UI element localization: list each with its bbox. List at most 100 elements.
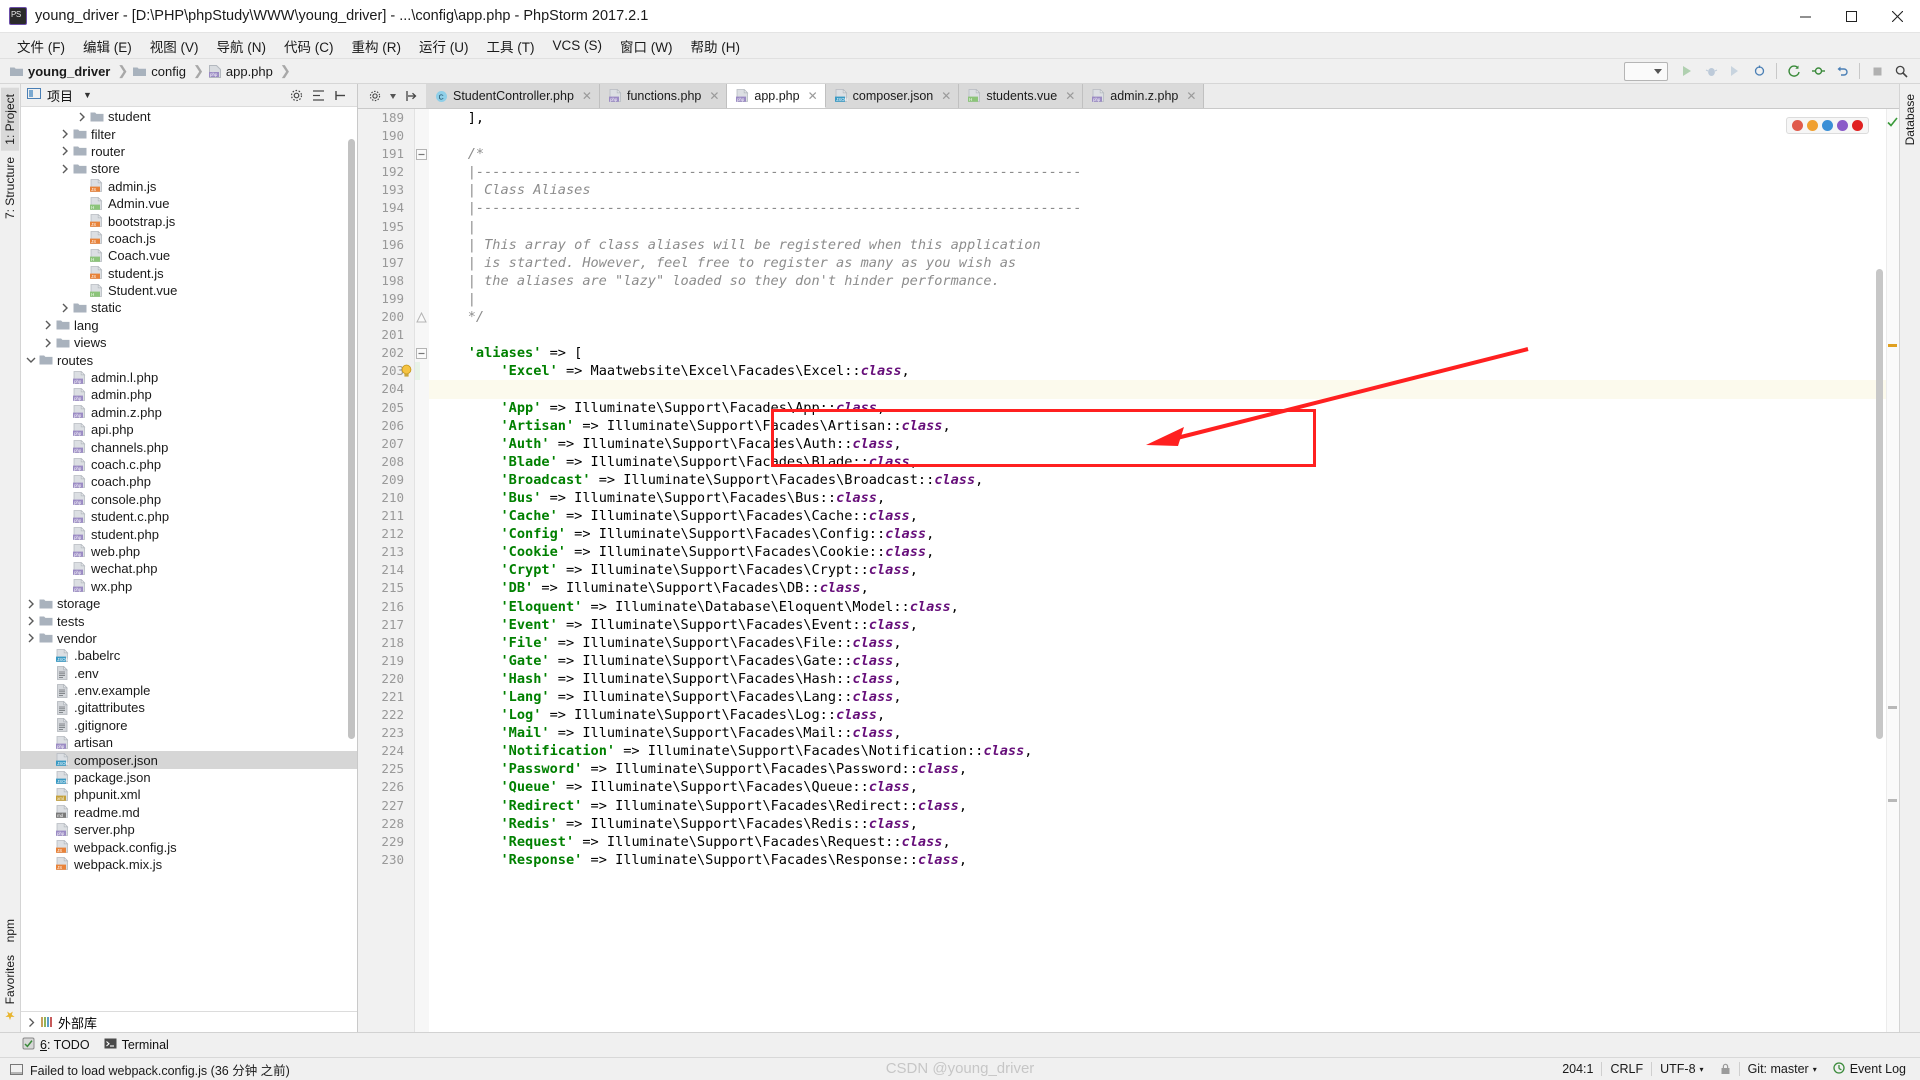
tree-file-node[interactable]: xml phpunit.xml	[21, 786, 357, 803]
tool-window-terminal[interactable]: Terminal	[104, 1037, 169, 1053]
tree-file-node[interactable]: H Admin.vue	[21, 195, 357, 212]
code-fold-marker[interactable]	[415, 344, 429, 362]
tree-file-node[interactable]: JS webpack.mix.js	[21, 856, 357, 873]
tree-file-node[interactable]: .gitattributes	[21, 699, 357, 716]
tool-window-structure[interactable]: 7: Structure	[1, 151, 19, 225]
code-fold-marker[interactable]	[415, 308, 429, 326]
code-editor[interactable]: ], /* |---------------------------------…	[429, 109, 1886, 1032]
code-line[interactable]: 'Lang' => Illuminate\Support\Facades\Lan…	[429, 688, 1886, 706]
menu-refactor[interactable]: 重构 (R)	[343, 33, 411, 59]
close-tab-icon[interactable]: ✕	[808, 89, 818, 103]
editor-tab[interactable]: C StudentController.php ✕	[426, 84, 600, 108]
tree-file-node[interactable]: php admin.php	[21, 386, 357, 403]
tree-folder-node[interactable]: views	[21, 334, 357, 351]
tree-folder-node[interactable]: tests	[21, 612, 357, 629]
code-line[interactable]	[429, 326, 1886, 344]
tree-file-node[interactable]: php api.php	[21, 421, 357, 438]
tree-file-node[interactable]: .env	[21, 665, 357, 682]
tree-file-node[interactable]: JSON package.json	[21, 769, 357, 786]
breadcrumb-item-config[interactable]: config	[133, 64, 186, 79]
chevron-right-icon[interactable]	[24, 599, 37, 609]
tree-file-node[interactable]: H Student.vue	[21, 282, 357, 299]
chevron-down-icon[interactable]	[388, 86, 398, 107]
code-line[interactable]: |---------------------------------------…	[429, 199, 1886, 217]
stop-button[interactable]	[1866, 61, 1888, 82]
editor-tab[interactable]: php admin.z.php ✕	[1083, 84, 1205, 108]
tool-window-favorites[interactable]: ★ Favorites	[1, 949, 19, 1028]
tree-file-node[interactable]: php console.php	[21, 491, 357, 508]
tree-folder-node[interactable]: filter	[21, 125, 357, 142]
menu-edit[interactable]: 编辑 (E)	[74, 33, 141, 59]
tree-file-node[interactable]: php channels.php	[21, 438, 357, 455]
editor-tab[interactable]: php functions.php ✕	[599, 84, 728, 108]
gear-icon[interactable]	[364, 86, 386, 107]
line-separator-indicator[interactable]: CRLF	[1602, 1062, 1651, 1076]
code-line[interactable]: 'Redirect' => Illuminate\Support\Facades…	[429, 797, 1886, 815]
tree-file-node[interactable]: JS bootstrap.js	[21, 212, 357, 229]
code-line[interactable]: 'Response' => Illuminate\Support\Facades…	[429, 851, 1886, 869]
code-line[interactable]: 'Notification' => Illuminate\Support\Fac…	[429, 742, 1886, 760]
code-line[interactable]	[429, 380, 1886, 399]
tree-file-node[interactable]: JS admin.js	[21, 178, 357, 195]
code-line[interactable]: ],	[429, 109, 1886, 127]
search-everywhere-icon[interactable]	[1890, 61, 1912, 82]
tree-folder-node[interactable]: lang	[21, 317, 357, 334]
hide-icon[interactable]	[329, 85, 351, 106]
chevron-right-icon[interactable]	[25, 1017, 38, 1027]
tree-file-node[interactable]: php wx.php	[21, 578, 357, 595]
chevron-right-icon[interactable]	[58, 164, 71, 174]
code-line[interactable]: 'Crypt' => Illuminate\Support\Facades\Cr…	[429, 561, 1886, 579]
vcs-change-marker[interactable]	[415, 362, 420, 381]
chevron-right-icon[interactable]	[24, 616, 37, 626]
tree-folder-node[interactable]: storage	[21, 595, 357, 612]
close-tab-icon[interactable]: ✕	[1065, 89, 1075, 103]
tree-folder-node[interactable]: store	[21, 160, 357, 177]
tree-file-node[interactable]: php admin.z.php	[21, 404, 357, 421]
minimize-button[interactable]	[1782, 0, 1828, 33]
maximize-button[interactable]	[1828, 0, 1874, 33]
chevron-right-icon[interactable]	[41, 338, 54, 348]
breadcrumb-item-project[interactable]: young_driver	[10, 64, 110, 79]
code-line[interactable]: 'Password' => Illuminate\Support\Facades…	[429, 760, 1886, 778]
debug-button[interactable]	[1700, 61, 1722, 82]
menu-view[interactable]: 视图 (V)	[141, 33, 208, 59]
code-line[interactable]: 'Cache' => Illuminate\Support\Facades\Ca…	[429, 507, 1886, 525]
breadcrumb-item-file[interactable]: php app.php	[208, 64, 273, 79]
editor-scrollbar[interactable]	[1874, 109, 1886, 1032]
code-line[interactable]: 'Artisan' => Illuminate\Support\Facades\…	[429, 417, 1886, 435]
close-tab-icon[interactable]: ✕	[582, 89, 592, 103]
code-line[interactable]: |---------------------------------------…	[429, 163, 1886, 181]
code-line[interactable]: 'Excel' => Maatwebsite\Excel\Facades\Exc…	[429, 362, 1886, 380]
undo-button[interactable]	[1831, 61, 1853, 82]
editor-tab[interactable]: JSON composer.json ✕	[825, 84, 960, 108]
code-line[interactable]: | is started. However, feel free to regi…	[429, 254, 1886, 272]
tree-file-node[interactable]: php coach.php	[21, 473, 357, 490]
error-stripe-marker-panel[interactable]	[1886, 109, 1899, 1032]
menu-help[interactable]: 帮助 (H)	[682, 33, 750, 59]
code-line[interactable]: 'Cookie' => Illuminate\Support\Facades\C…	[429, 543, 1886, 561]
chevron-right-icon[interactable]	[58, 146, 71, 156]
tool-window-todo[interactable]: 6: TODO	[22, 1037, 90, 1053]
tree-file-node[interactable]: md readme.md	[21, 804, 357, 821]
chevron-right-icon[interactable]	[58, 129, 71, 139]
code-line[interactable]: 'Config' => Illuminate\Support\Facades\C…	[429, 525, 1886, 543]
code-line[interactable]: |	[429, 218, 1886, 236]
close-tab-icon[interactable]: ✕	[941, 89, 951, 103]
menu-navigate[interactable]: 导航 (N)	[208, 33, 276, 59]
code-line[interactable]: 'Event' => Illuminate\Support\Facades\Ev…	[429, 616, 1886, 634]
chevron-right-icon[interactable]	[24, 633, 37, 643]
tree-folder-node[interactable]: vendor	[21, 630, 357, 647]
chevron-right-icon[interactable]	[75, 112, 88, 122]
code-line[interactable]: 'Bus' => Illuminate\Support\Facades\Bus:…	[429, 489, 1886, 507]
code-line[interactable]: 'Request' => Illuminate\Support\Facades\…	[429, 833, 1886, 851]
code-folding-column[interactable]	[415, 109, 429, 1032]
status-message[interactable]: Failed to load webpack.config.js (36 分钟 …	[30, 1060, 290, 1079]
tree-file-node[interactable]: H Coach.vue	[21, 247, 357, 264]
chevron-right-icon[interactable]	[41, 320, 54, 330]
tree-file-node[interactable]: JS coach.js	[21, 230, 357, 247]
close-tab-icon[interactable]: ✕	[709, 89, 719, 103]
code-line[interactable]: 'Queue' => Illuminate\Support\Facades\Qu…	[429, 778, 1886, 796]
tool-window-npm[interactable]: npm	[1, 913, 19, 948]
tree-file-node[interactable]: php wechat.php	[21, 560, 357, 577]
tree-file-node[interactable]: JSON composer.json	[21, 751, 357, 769]
